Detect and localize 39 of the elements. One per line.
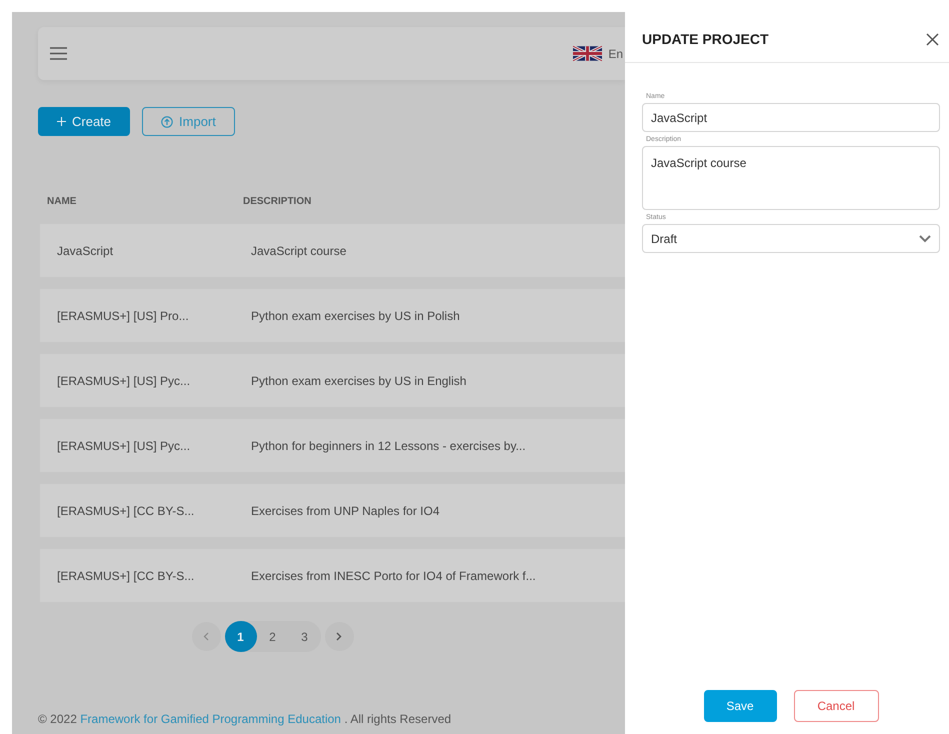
table-cell-text: Exercises from UNP Naples for IO4 <box>250 504 441 518</box>
table-cell-text: Python exam exercises by US in Polish <box>250 308 461 322</box>
page-button[interactable]: 1 <box>224 621 256 652</box>
close-button[interactable] <box>926 32 939 46</box>
table-row[interactable]: [ERASMUS+] [US] Pyc... Python exam exercises by US in English <box>40 354 625 407</box>
name-field[interactable]: JavaScript <box>642 103 940 132</box>
cancel-button[interactable]: Cancel <box>794 690 878 722</box>
table-row[interactable]: [ERASMUS+] [CC BY-S... Exercises from INESC Porto for IO4 of Framework f... <box>40 549 625 602</box>
table-row[interactable]: [ERASMUS+] [US] Pro... Python exam exercises by US in Polish <box>40 289 625 342</box>
table-cell-text: [ERASMUS+] [CC BY-S... <box>56 568 196 582</box>
column-header: DESCRIPTION <box>242 196 312 206</box>
table-cell-text: [ERASMUS+] [CC BY-S... <box>56 504 196 518</box>
page-button[interactable]: 2 <box>256 621 288 652</box>
menu-icon[interactable] <box>50 47 67 60</box>
page-button[interactable]: 3 <box>288 621 320 652</box>
language-label[interactable]: En <box>608 46 623 60</box>
copyright-text: © 2022 Framework for Gamified Programming Education . All rights Reserved <box>38 712 452 726</box>
chevron-right-icon <box>336 632 342 641</box>
chevron-down-icon <box>919 234 931 242</box>
plus-icon <box>57 117 66 126</box>
table-cell-text: JavaScript course <box>250 244 348 258</box>
status-select[interactable]: Draft <box>642 224 940 253</box>
table-cell-text: Python for beginners in 12 Lessons - exercises by... <box>250 438 527 452</box>
table-cell-text: Python exam exercises by US in English <box>250 374 468 388</box>
table-cell-text: [ERASMUS+] [US] Pyc... <box>56 374 192 388</box>
column-header: NAME <box>46 196 78 206</box>
table-cell-text: Exercises from INESC Porto for IO4 of Framework f... <box>250 568 537 582</box>
drawer-title: UPDATE PROJECT <box>642 31 769 47</box>
table-row[interactable]: JavaScript JavaScript course <box>40 224 625 277</box>
table-cell-text: [ERASMUS+] [US] Pro... <box>56 308 190 322</box>
table-row[interactable]: [ERASMUS+] [CC BY-S... Exercises from UNP Naples for IO4 <box>40 484 625 537</box>
table-row[interactable]: [ERASMUS+] [US] Pyc... Python for beginners in 12 Lessons - exercises by... <box>40 419 625 472</box>
flag-icon[interactable] <box>573 46 602 61</box>
create-button[interactable]: Create <box>38 107 130 136</box>
table-cell-text: JavaScript <box>56 244 114 258</box>
table-cell-text: [ERASMUS+] [US] Pyc... <box>56 438 192 452</box>
upload-icon <box>161 116 174 128</box>
chevron-left-icon <box>203 632 209 641</box>
description-field[interactable]: JavaScript course <box>642 146 940 210</box>
